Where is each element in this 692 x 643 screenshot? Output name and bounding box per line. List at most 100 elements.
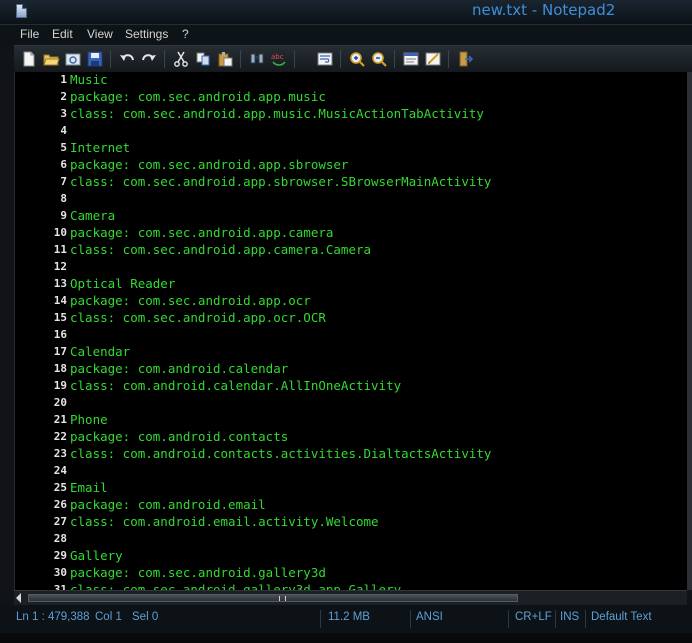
toolbar-separator [294,50,295,68]
line-text[interactable]: Internet [70,139,130,156]
code-line[interactable]: 11 class: com.sec.android.app.camera.Came… [14,241,687,258]
code-line[interactable]: 29 Gallery [14,547,687,564]
code-line[interactable]: 18 package: com.android.calendar [14,360,687,377]
status-line-endings[interactable]: CR+LF [515,611,552,623]
redo-icon[interactable] [140,50,158,68]
exit-icon[interactable] [456,50,474,68]
line-text[interactable]: Music [70,72,108,88]
vertical-scrollbar-edge[interactable] [687,72,692,590]
text-editor[interactable]: 1 Music 2 package: com.sec.android.app.musi… [14,72,687,590]
word-wrap-icon[interactable] [316,50,334,68]
line-number: 10 [53,226,67,239]
notepad-app-icon[interactable] [16,4,27,18]
replace-icon[interactable]: abc [270,50,288,68]
line-text[interactable]: package: com.android.calendar [70,360,288,377]
code-line[interactable]: 22 package: com.android.contacts [14,428,687,445]
undo-icon[interactable] [118,50,136,68]
browse-icon[interactable] [64,50,82,68]
code-line[interactable]: 13 Optical Reader [14,275,687,292]
line-number: 5 [60,141,67,154]
title-bar[interactable]: new.txt - Notepad2 [0,0,692,24]
new-file-icon[interactable] [20,50,38,68]
paste-icon[interactable] [216,50,234,68]
code-line[interactable]: 3 class: com.sec.android.app.music.MusicA… [14,105,687,122]
code-line[interactable]: 20 [14,394,687,411]
line-text[interactable]: package: com.sec.android.app.sbrowser [70,156,348,173]
line-text[interactable]: package: com.sec.android.app.music [70,88,326,105]
save-icon[interactable] [86,50,104,68]
code-line[interactable]: 5 Internet [14,139,687,156]
code-line[interactable]: 9 Camera [14,207,687,224]
line-number: 20 [53,396,67,409]
status-encoding[interactable]: ANSI [416,611,443,623]
line-text[interactable]: Phone [70,411,108,428]
status-line-position[interactable]: Ln 1 : 479,388 [16,611,90,623]
code-line[interactable]: 2 package: com.sec.android.app.music [14,88,687,105]
line-text[interactable]: class: com.sec.android.app.ocr.OCR [70,309,326,326]
code-line[interactable]: 17 Calendar [14,343,687,360]
code-line[interactable]: 30 package: com.sec.android.gallery3d [14,564,687,581]
select-scheme-icon[interactable] [402,50,420,68]
zoom-in-icon[interactable] [348,50,366,68]
notepad2-window: new.txt - Notepad2 File Edit View Settin… [0,0,692,643]
code-line[interactable]: 23 class: com.android.contacts.activities… [14,445,687,462]
line-text[interactable]: Optical Reader [70,275,175,292]
status-divider [508,610,509,628]
copy-icon[interactable] [194,50,212,68]
code-line[interactable]: 7 class: com.sec.android.app.sbrowser.SBr… [14,173,687,190]
code-line[interactable]: 25 Email [14,479,687,496]
code-line[interactable]: 19 class: com.android.calendar.AllInOneAc… [14,377,687,394]
code-line[interactable]: 12 [14,258,687,275]
menu-help[interactable]: ? [182,27,189,41]
cut-icon[interactable] [172,50,190,68]
code-line[interactable]: 6 package: com.sec.android.app.sbrowser [14,156,687,173]
horizontal-scrollbar[interactable] [14,590,687,605]
code-line[interactable]: 8 [14,190,687,207]
code-line[interactable]: 26 package: com.android.email [14,496,687,513]
line-text[interactable]: Email [70,479,108,496]
line-text[interactable]: class: com.sec.android.gallery3d.app.Gal… [70,581,401,590]
code-line[interactable]: 1 Music [14,72,687,88]
status-insert-mode[interactable]: INS [560,611,579,623]
code-line[interactable]: 24 [14,462,687,479]
line-text[interactable]: class: com.android.contacts.activities.D… [70,445,491,462]
line-text[interactable]: package: com.sec.android.app.ocr [70,292,311,309]
line-text[interactable]: package: com.android.contacts [70,428,288,445]
code-line[interactable]: 28 [14,530,687,547]
code-line[interactable]: 21 Phone [14,411,687,428]
menu-edit[interactable]: Edit [52,27,73,41]
line-number: 28 [53,532,67,545]
line-text[interactable]: class: com.android.email.activity.Welcom… [70,513,379,530]
line-text[interactable]: Gallery [70,547,123,564]
open-file-icon[interactable] [42,50,60,68]
line-text[interactable]: package: com.sec.android.gallery3d [70,564,326,581]
line-number: 7 [60,175,67,188]
code-line[interactable]: 14 package: com.sec.android.app.ocr [14,292,687,309]
menu-view[interactable]: View [87,27,113,41]
customize-schemes-icon[interactable] [424,50,442,68]
line-text[interactable]: package: com.sec.android.app.camera [70,224,333,241]
horizontal-scrollbar-thumb[interactable] [28,594,518,602]
line-text[interactable]: class: com.sec.android.app.sbrowser.SBro… [70,173,491,190]
menu-settings[interactable]: Settings [125,27,168,41]
menu-file[interactable]: File [20,27,39,41]
line-number: 12 [53,260,67,273]
code-line[interactable]: 4 [14,122,687,139]
line-text[interactable]: package: com.android.email [70,496,266,513]
status-scheme[interactable]: Default Text [591,611,652,623]
line-text[interactable]: class: com.sec.android.app.music.MusicAc… [70,105,484,122]
scroll-left-arrow-icon[interactable] [16,593,21,603]
zoom-out-icon[interactable] [370,50,388,68]
line-text[interactable]: Calendar [70,343,130,360]
code-line[interactable]: 10 package: com.sec.android.app.camera [14,224,687,241]
code-line[interactable]: 27 class: com.android.email.activity.Welc… [14,513,687,530]
code-line[interactable]: 16 [14,326,687,343]
find-icon[interactable] [248,50,266,68]
line-text[interactable]: Camera [70,207,115,224]
line-text[interactable]: class: com.sec.android.app.camera.Camera [70,241,371,258]
code-line[interactable]: 31 class: com.sec.android.gallery3d.app.G… [14,581,687,590]
line-text[interactable]: class: com.android.calendar.AllInOneActi… [70,377,401,394]
scrollbar-grip-icon [279,596,286,601]
code-line[interactable]: 15 class: com.sec.android.app.ocr.OCR [14,309,687,326]
line-number: 13 [53,277,67,290]
